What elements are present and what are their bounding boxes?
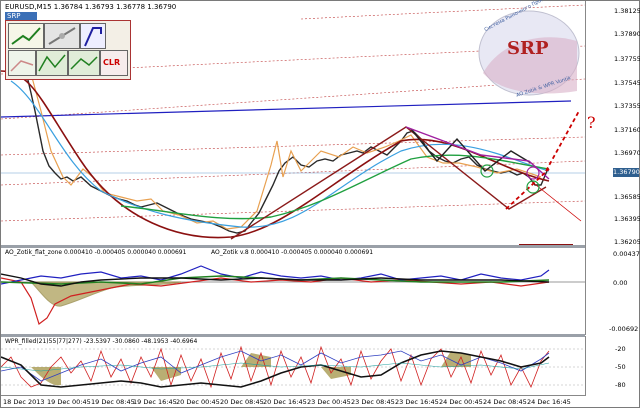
price-tick: 1.37545 [614, 79, 640, 87]
ao-axis-tick: 0.00 [613, 279, 628, 287]
clear-button[interactable]: CLR [100, 50, 128, 76]
bull-trend-series [26, 60, 542, 230]
time-tick: 20 Dec 08:45 [220, 398, 264, 406]
ao-axis-tick: 0.00437 [613, 250, 640, 258]
level-line [1, 136, 585, 156]
price-tick: 1.37160 [614, 126, 640, 134]
wpr-axis-border [585, 336, 586, 396]
price-tick: 1.36585 [614, 193, 640, 201]
time-tick: 19 Dec 00:45 [47, 398, 91, 406]
price-tick: 1.36205 [614, 238, 640, 246]
ao-axis-border [585, 247, 586, 335]
time-tick: 20 Dec 16:45 [263, 398, 307, 406]
wpr-axis-tick: -50 [615, 363, 626, 371]
time-tick: 23 Dec 08:45 [351, 398, 395, 406]
ray-tool-icon[interactable] [44, 23, 80, 49]
ma-red [1, 70, 550, 239]
time-tick: 24 Dec 16:45 [527, 398, 571, 406]
time-tick: 19 Dec 16:45 [133, 398, 177, 406]
time-tick: 24 Dec 00:45 [439, 398, 483, 406]
time-tick: 19 Dec 08:45 [91, 398, 135, 406]
current-price-tag: 1.36790 [613, 168, 640, 177]
price-tick: 1.36970 [614, 149, 640, 157]
time-tick: 23 Dec 00:45 [307, 398, 351, 406]
price-tick: 1.37890 [614, 30, 640, 38]
srp-logo-text: SRP [507, 38, 549, 59]
wpr-axis-tick: -20 [615, 345, 626, 353]
wave-tool-icon[interactable] [68, 50, 100, 76]
trend-tool-icon[interactable] [8, 23, 44, 49]
channel-tool-icon[interactable] [8, 50, 36, 76]
wpr-indicator-panel[interactable] [1, 337, 585, 395]
chart-window: EURUSD,M15 1.36784 1.36793 1.36778 1.367… [0, 0, 640, 408]
price-axis: 1.38125 1.37890 1.37755 1.37545 1.37355 … [585, 1, 640, 247]
wpr-axis-tick: -80 [615, 381, 626, 389]
symbol-header: EURUSD,M15 1.36784 1.36793 1.36778 1.367… [5, 3, 177, 11]
price-tick: 1.37755 [614, 55, 640, 63]
ma-green [120, 154, 550, 220]
blue-trend-line [1, 100, 572, 118]
clear-button-label: CLR [103, 58, 121, 67]
time-tick: 18 Dec 2013 [3, 398, 45, 406]
pattern-tool-icon[interactable] [36, 50, 68, 76]
time-tick: 20 Dec 00:45 [176, 398, 220, 406]
price-tick: 1.37355 [614, 102, 640, 110]
price-tick: 1.38125 [614, 7, 640, 15]
tool-palette: CLR [5, 20, 131, 80]
time-axis: 18 Dec 2013 19 Dec 00:45 19 Dec 08:45 19… [1, 395, 585, 409]
ao-axis-tick: -0.00692 [609, 325, 639, 333]
time-tick: 23 Dec 16:45 [395, 398, 439, 406]
time-tick: 24 Dec 08:45 [483, 398, 527, 406]
flag-tool-icon[interactable] [80, 23, 106, 49]
ma-blue [10, 80, 550, 228]
ao-indicator-panel[interactable] [1, 248, 585, 334]
price-tick: 1.36395 [614, 215, 640, 223]
